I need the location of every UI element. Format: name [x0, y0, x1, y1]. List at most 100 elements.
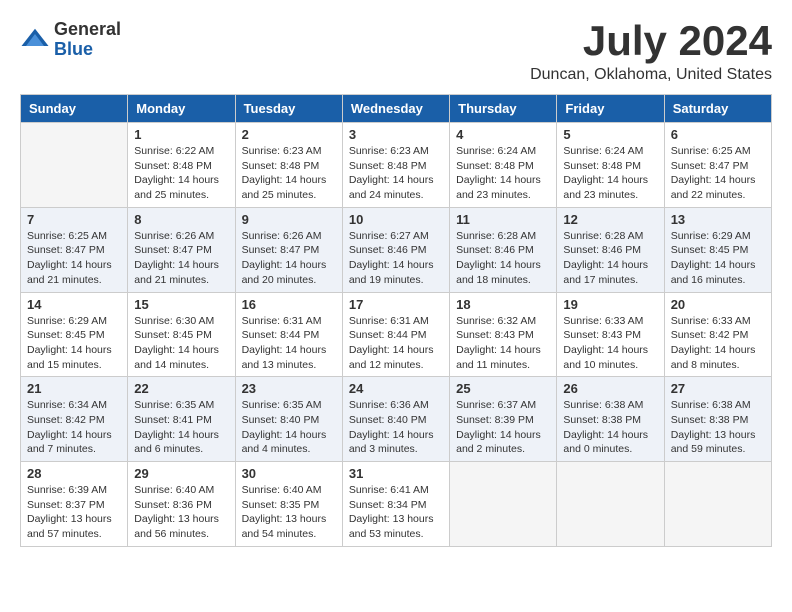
calendar-cell: 9 Sunrise: 6:26 AM Sunset: 8:47 PM Daylig… [235, 207, 342, 292]
calendar-cell: 24 Sunrise: 6:36 AM Sunset: 8:40 PM Dayli… [342, 377, 449, 462]
day-info: Sunrise: 6:40 AM Sunset: 8:35 PM Dayligh… [242, 483, 336, 542]
weekday-header-thursday: Thursday [450, 95, 557, 123]
calendar-cell: 22 Sunrise: 6:35 AM Sunset: 8:41 PM Dayli… [128, 377, 235, 462]
calendar-cell: 13 Sunrise: 6:29 AM Sunset: 8:45 PM Dayli… [664, 207, 771, 292]
day-info: Sunrise: 6:37 AM Sunset: 8:39 PM Dayligh… [456, 398, 550, 457]
calendar-cell: 1Sunrise: 6:22 AM Sunset: 8:48 PM Daylig… [128, 123, 235, 208]
calendar-cell [557, 462, 664, 547]
day-number: 27 [671, 381, 765, 396]
calendar-cell: 5 Sunrise: 6:24 AM Sunset: 8:48 PM Daylig… [557, 123, 664, 208]
logo-icon [20, 25, 50, 55]
day-info: Sunrise: 6:38 AM Sunset: 8:38 PM Dayligh… [671, 398, 765, 457]
day-number: 23 [242, 381, 336, 396]
day-number: 16 [242, 297, 336, 312]
day-info: Sunrise: 6:27 AM Sunset: 8:46 PM Dayligh… [349, 229, 443, 288]
calendar-cell: 12 Sunrise: 6:28 AM Sunset: 8:46 PM Dayli… [557, 207, 664, 292]
day-info: Sunrise: 6:31 AM Sunset: 8:44 PM Dayligh… [242, 314, 336, 373]
calendar-cell: 26 Sunrise: 6:38 AM Sunset: 8:38 PM Dayli… [557, 377, 664, 462]
day-number: 24 [349, 381, 443, 396]
weekday-header-friday: Friday [557, 95, 664, 123]
calendar-cell: 8Sunrise: 6:26 AM Sunset: 8:47 PM Daylig… [128, 207, 235, 292]
day-number: 26 [563, 381, 657, 396]
day-number: 14 [27, 297, 121, 312]
week-row-2: 7 Sunrise: 6:25 AM Sunset: 8:47 PM Daylig… [21, 207, 772, 292]
weekday-header-wednesday: Wednesday [342, 95, 449, 123]
day-info: Sunrise: 6:25 AM Sunset: 8:47 PM Dayligh… [27, 229, 121, 288]
calendar-cell: 17 Sunrise: 6:31 AM Sunset: 8:44 PM Dayli… [342, 292, 449, 377]
day-info: Sunrise: 6:35 AM Sunset: 8:41 PM Dayligh… [134, 398, 228, 457]
calendar-cell [664, 462, 771, 547]
calendar-cell: 14 Sunrise: 6:29 AM Sunset: 8:45 PM Dayli… [21, 292, 128, 377]
day-info: Sunrise: 6:33 AM Sunset: 8:43 PM Dayligh… [563, 314, 657, 373]
day-info: Sunrise: 6:32 AM Sunset: 8:43 PM Dayligh… [456, 314, 550, 373]
day-number: 17 [349, 297, 443, 312]
month-title: July 2024 [530, 20, 772, 62]
calendar-cell: 20 Sunrise: 6:33 AM Sunset: 8:42 PM Dayli… [664, 292, 771, 377]
day-info: Sunrise: 6:25 AM Sunset: 8:47 PM Dayligh… [671, 144, 765, 203]
day-info: Sunrise: 6:23 AM Sunset: 8:48 PM Dayligh… [242, 144, 336, 203]
logo-general-text: General [54, 20, 121, 40]
day-info: Sunrise: 6:33 AM Sunset: 8:42 PM Dayligh… [671, 314, 765, 373]
day-info: Sunrise: 6:26 AM Sunset: 8:47 PM Dayligh… [134, 229, 228, 288]
weekday-header-saturday: Saturday [664, 95, 771, 123]
day-info: Sunrise: 6:24 AM Sunset: 8:48 PM Dayligh… [456, 144, 550, 203]
calendar-cell: 28 Sunrise: 6:39 AM Sunset: 8:37 PM Dayli… [21, 462, 128, 547]
day-info: Sunrise: 6:23 AM Sunset: 8:48 PM Dayligh… [349, 144, 443, 203]
calendar-cell: 18 Sunrise: 6:32 AM Sunset: 8:43 PM Dayli… [450, 292, 557, 377]
day-info: Sunrise: 6:30 AM Sunset: 8:45 PM Dayligh… [134, 314, 228, 373]
location: Duncan, Oklahoma, United States [530, 66, 772, 84]
calendar-cell: 30 Sunrise: 6:40 AM Sunset: 8:35 PM Dayli… [235, 462, 342, 547]
calendar-cell: 16 Sunrise: 6:31 AM Sunset: 8:44 PM Dayli… [235, 292, 342, 377]
weekday-header-monday: Monday [128, 95, 235, 123]
day-number: 3 [349, 127, 443, 142]
day-number: 25 [456, 381, 550, 396]
day-info: Sunrise: 6:28 AM Sunset: 8:46 PM Dayligh… [563, 229, 657, 288]
calendar-cell: 3 Sunrise: 6:23 AM Sunset: 8:48 PM Daylig… [342, 123, 449, 208]
title-area: July 2024 Duncan, Oklahoma, United State… [530, 20, 772, 84]
calendar-cell: 21Sunrise: 6:34 AM Sunset: 8:42 PM Dayli… [21, 377, 128, 462]
day-number: 13 [671, 212, 765, 227]
day-number: 30 [242, 466, 336, 481]
day-number: 4 [456, 127, 550, 142]
day-number: 5 [563, 127, 657, 142]
day-number: 18 [456, 297, 550, 312]
day-info: Sunrise: 6:26 AM Sunset: 8:47 PM Dayligh… [242, 229, 336, 288]
day-info: Sunrise: 6:35 AM Sunset: 8:40 PM Dayligh… [242, 398, 336, 457]
calendar-cell [450, 462, 557, 547]
day-info: Sunrise: 6:41 AM Sunset: 8:34 PM Dayligh… [349, 483, 443, 542]
day-number: 9 [242, 212, 336, 227]
day-info: Sunrise: 6:38 AM Sunset: 8:38 PM Dayligh… [563, 398, 657, 457]
day-info: Sunrise: 6:31 AM Sunset: 8:44 PM Dayligh… [349, 314, 443, 373]
day-number: 29 [134, 466, 228, 481]
calendar: SundayMondayTuesdayWednesdayThursdayFrid… [20, 94, 772, 547]
day-info: Sunrise: 6:22 AM Sunset: 8:48 PM Dayligh… [134, 144, 228, 203]
calendar-cell: 7 Sunrise: 6:25 AM Sunset: 8:47 PM Daylig… [21, 207, 128, 292]
calendar-cell: 29Sunrise: 6:40 AM Sunset: 8:36 PM Dayli… [128, 462, 235, 547]
week-row-5: 28 Sunrise: 6:39 AM Sunset: 8:37 PM Dayli… [21, 462, 772, 547]
day-number: 21 [27, 381, 121, 396]
header: General Blue July 2024 Duncan, Oklahoma,… [20, 20, 772, 84]
day-info: Sunrise: 6:24 AM Sunset: 8:48 PM Dayligh… [563, 144, 657, 203]
day-number: 28 [27, 466, 121, 481]
day-info: Sunrise: 6:39 AM Sunset: 8:37 PM Dayligh… [27, 483, 121, 542]
day-number: 10 [349, 212, 443, 227]
day-info: Sunrise: 6:29 AM Sunset: 8:45 PM Dayligh… [671, 229, 765, 288]
day-info: Sunrise: 6:29 AM Sunset: 8:45 PM Dayligh… [27, 314, 121, 373]
day-info: Sunrise: 6:28 AM Sunset: 8:46 PM Dayligh… [456, 229, 550, 288]
day-number: 11 [456, 212, 550, 227]
day-info: Sunrise: 6:36 AM Sunset: 8:40 PM Dayligh… [349, 398, 443, 457]
calendar-cell: 27 Sunrise: 6:38 AM Sunset: 8:38 PM Dayli… [664, 377, 771, 462]
day-number: 22 [134, 381, 228, 396]
calendar-cell: 4 Sunrise: 6:24 AM Sunset: 8:48 PM Daylig… [450, 123, 557, 208]
calendar-cell: 11 Sunrise: 6:28 AM Sunset: 8:46 PM Dayli… [450, 207, 557, 292]
day-number: 20 [671, 297, 765, 312]
calendar-cell: 15Sunrise: 6:30 AM Sunset: 8:45 PM Dayli… [128, 292, 235, 377]
day-number: 19 [563, 297, 657, 312]
week-row-3: 14 Sunrise: 6:29 AM Sunset: 8:45 PM Dayli… [21, 292, 772, 377]
calendar-cell: 6Sunrise: 6:25 AM Sunset: 8:47 PM Daylig… [664, 123, 771, 208]
calendar-cell: 23 Sunrise: 6:35 AM Sunset: 8:40 PM Dayli… [235, 377, 342, 462]
logo: General Blue [20, 20, 121, 60]
day-number: 7 [27, 212, 121, 227]
day-number: 31 [349, 466, 443, 481]
day-number: 12 [563, 212, 657, 227]
